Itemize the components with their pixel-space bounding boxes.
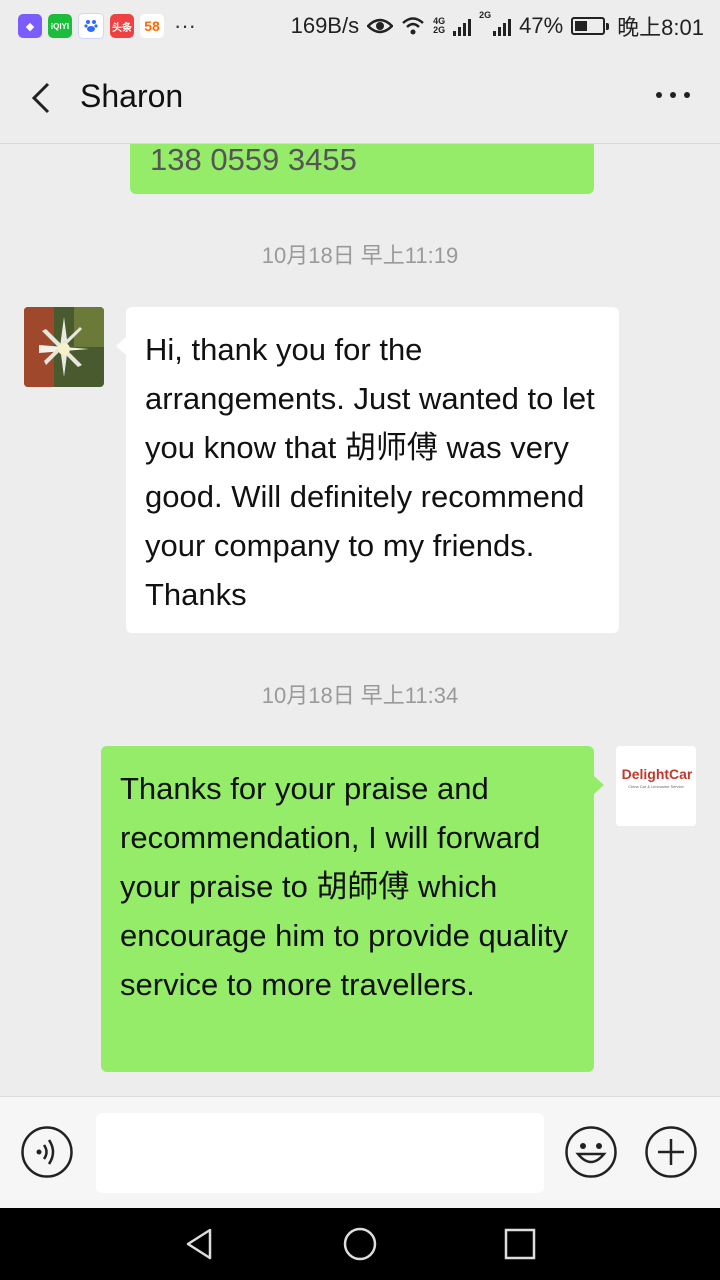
58-icon: 58 xyxy=(140,14,164,38)
message-text: Hi, thank you for the arrangements. Just… xyxy=(145,332,595,612)
more-options-icon[interactable] xyxy=(656,92,690,98)
message-text: Thanks for your praise and recommendatio… xyxy=(120,771,569,1002)
notification-overflow: ··· xyxy=(174,13,196,38)
self-avatar[interactable]: DelightCar China Car & Limousine Service xyxy=(616,746,696,826)
system-nav-bar xyxy=(0,1208,720,1280)
plus-icon[interactable] xyxy=(644,1125,698,1179)
message-text: 138 0559 3455 xyxy=(150,144,357,177)
nav-home-icon[interactable] xyxy=(342,1226,378,1262)
iqiyi-icon: iQIYI xyxy=(48,14,72,38)
signal-1-icon xyxy=(453,16,472,36)
network-type-label-2: 2G xyxy=(479,10,492,20)
nav-back-icon[interactable] xyxy=(182,1226,218,1262)
battery-icon xyxy=(571,17,610,35)
brand-tagline: China Car & Limousine Service xyxy=(628,784,684,789)
message-bubble-sent[interactable]: Thanks for your praise and recommendatio… xyxy=(101,746,604,1072)
message-bubble-sent[interactable]: 138 0559 3455 xyxy=(130,144,594,194)
toutiao-icon: 头条 xyxy=(110,14,134,38)
nav-recents-icon[interactable] xyxy=(502,1226,538,1262)
message-input[interactable] xyxy=(96,1113,544,1193)
brand-logo-text: DelightCar xyxy=(621,766,693,782)
message-bubble-received[interactable]: Hi, thank you for the arrangements. Just… xyxy=(116,307,619,633)
wifi-icon xyxy=(402,17,424,35)
chat-header: Sharon xyxy=(0,52,720,144)
voice-input-icon[interactable] xyxy=(20,1125,74,1179)
timestamp: 10月18日 早上11:34 xyxy=(261,683,459,708)
battery-percent: 47% xyxy=(519,13,564,38)
eye-comfort-icon xyxy=(367,18,394,34)
back-arrow-icon[interactable] xyxy=(22,78,62,118)
network-type-label: 4G 2G xyxy=(433,16,446,35)
contact-avatar[interactable] xyxy=(24,307,104,387)
notification-icons: ◆ iQIYI 头条 58 ··· xyxy=(18,13,196,39)
network-speed: 169B/s xyxy=(290,13,360,38)
status-bar: ◆ iQIYI 头条 58 ··· 169B/s 4G 2G 2G 47% 晚上8… xyxy=(0,0,720,52)
message-list[interactable]: 138 0559 3455 10月18日 早上11:19 Hi, thank y… xyxy=(0,144,720,1096)
timestamp: 10月18日 早上11:19 xyxy=(261,243,459,268)
clock: 晚上8:01 xyxy=(617,15,704,40)
contact-name: Sharon xyxy=(80,78,184,114)
app-purple-icon: ◆ xyxy=(18,14,42,38)
baidu-icon xyxy=(78,13,104,39)
input-bar xyxy=(0,1096,720,1208)
signal-2-icon xyxy=(493,16,512,36)
emoji-icon[interactable] xyxy=(564,1125,618,1179)
